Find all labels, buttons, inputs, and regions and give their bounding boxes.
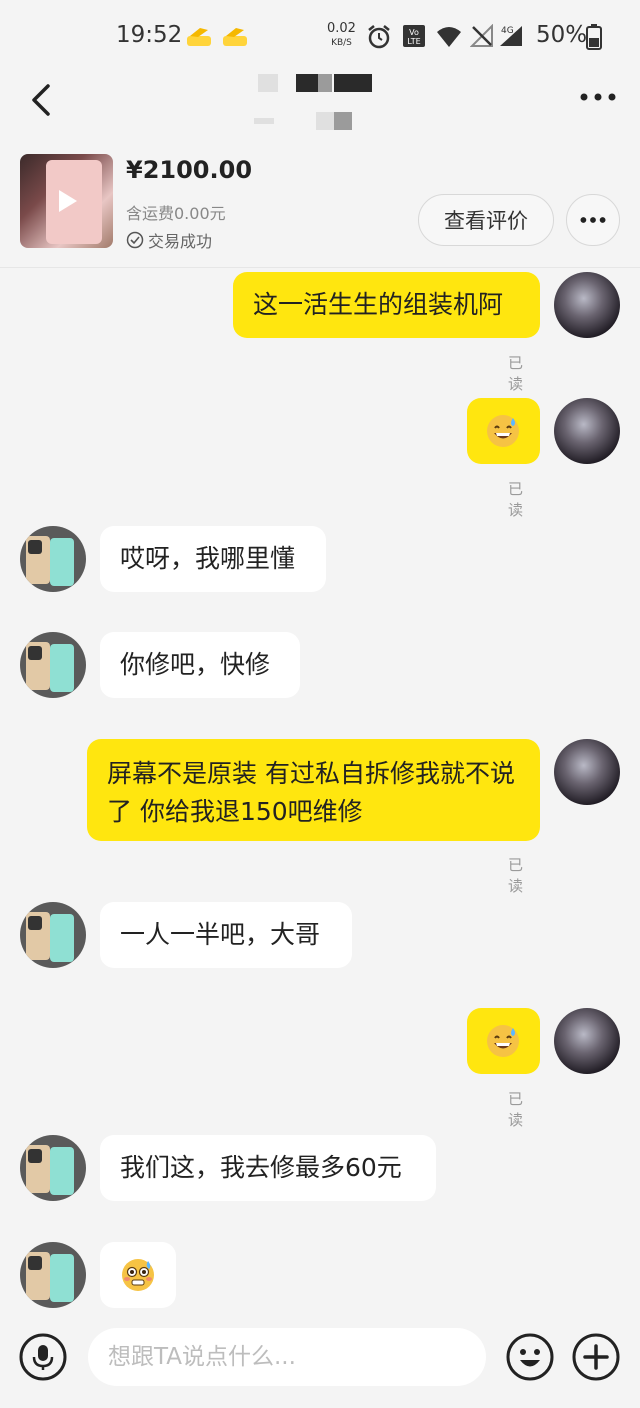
battery-icon: [586, 24, 602, 50]
product-more-button[interactable]: [566, 194, 620, 246]
svg-text:LTE: LTE: [407, 37, 420, 46]
status-bar: 19:52 0.02 KB/S Vo LTE 4G 50%: [0, 0, 640, 72]
message-input[interactable]: [88, 1328, 486, 1386]
message-bubble[interactable]: 哎呀，我哪里懂: [100, 526, 326, 592]
alarm-icon: [368, 25, 390, 49]
sweat-smile-emoji-icon: [487, 415, 519, 447]
read-receipt: 已读: [508, 856, 524, 895]
app-notification-icon: [187, 28, 211, 46]
volte-icon: Vo LTE: [403, 25, 425, 47]
shipping-fee: 含运费0.00元: [126, 204, 226, 223]
read-receipt: 已读: [508, 354, 524, 393]
seller-avatar[interactable]: [20, 526, 86, 592]
my-avatar[interactable]: [554, 739, 620, 805]
signal-4g-icon: 4G: [500, 26, 522, 46]
flushed-sweat-emoji-icon: [122, 1259, 154, 1291]
seller-avatar[interactable]: [20, 1135, 86, 1201]
chat-input-bar: [0, 1318, 640, 1408]
check-circle-icon: [126, 231, 144, 249]
deal-status: 交易成功: [126, 228, 212, 252]
app-notification-icon: [223, 28, 247, 46]
message-bubble[interactable]: 一人一半吧，大哥: [100, 902, 352, 968]
message-bubble[interactable]: 这一活生生的组装机阿: [233, 272, 540, 338]
my-avatar[interactable]: [554, 1008, 620, 1074]
seller-avatar[interactable]: [20, 632, 86, 698]
play-icon[interactable]: [54, 188, 80, 214]
emoji-picker-icon[interactable]: [506, 1333, 554, 1381]
chat-header: [0, 72, 640, 142]
svg-text:4G: 4G: [501, 26, 514, 36]
product-card[interactable]: ¥2100.00 含运费0.00元 交易成功 查看评价: [0, 142, 640, 268]
clock: 19:52: [116, 22, 183, 48]
read-receipt: 已读: [508, 1090, 524, 1129]
message-bubble[interactable]: [467, 398, 540, 464]
deal-status-text: 交易成功: [148, 232, 213, 251]
message-bubble[interactable]: 我们这，我去修最多60元: [100, 1135, 436, 1201]
voice-input-icon[interactable]: [19, 1333, 67, 1381]
seller-avatar[interactable]: [20, 902, 86, 968]
message-bubble[interactable]: [100, 1242, 176, 1308]
back-icon[interactable]: [24, 80, 60, 120]
more-options-icon[interactable]: [576, 82, 620, 112]
my-avatar[interactable]: [554, 272, 620, 338]
svg-text:Vo: Vo: [409, 28, 419, 37]
add-attachment-icon[interactable]: [572, 1333, 620, 1381]
seller-avatar[interactable]: [20, 1242, 86, 1308]
my-avatar[interactable]: [554, 398, 620, 464]
message-bubble[interactable]: 你修吧，快修: [100, 632, 300, 698]
view-review-button[interactable]: 查看评价: [418, 194, 554, 246]
net-speed: 0.02 KB/S: [327, 22, 356, 50]
wifi-icon: [437, 27, 461, 47]
battery-level: 50%: [536, 22, 588, 48]
product-thumbnail[interactable]: [20, 154, 113, 248]
net-speed-value: 0.02: [327, 21, 356, 36]
no-signal-icon: [470, 24, 493, 47]
sweat-smile-emoji-icon: [487, 1025, 519, 1057]
message-bubble[interactable]: [467, 1008, 540, 1074]
read-receipt: 已读: [508, 480, 524, 519]
message-bubble[interactable]: 屏幕不是原装 有过私自拆修我就不说了 你给我退150吧维修: [87, 739, 540, 841]
net-speed-unit: KB/S: [331, 38, 352, 48]
product-price: ¥2100.00: [126, 156, 253, 184]
